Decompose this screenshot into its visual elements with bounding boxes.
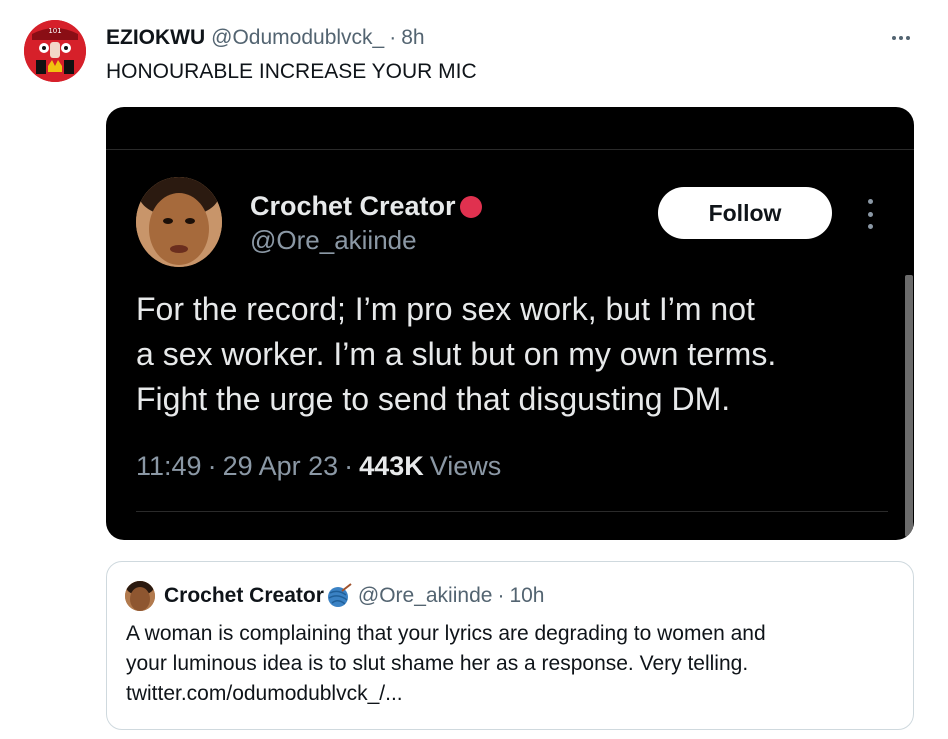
author-name[interactable]: EZIOKWU bbox=[106, 26, 205, 50]
separator: · bbox=[389, 26, 397, 49]
yarn-ball-icon bbox=[326, 583, 352, 609]
more-options-button[interactable] bbox=[884, 24, 918, 52]
quote-timestamp[interactable]: 10h bbox=[509, 584, 544, 608]
screenshot-name-row: Crochet Creator bbox=[250, 191, 482, 222]
separator: · bbox=[497, 584, 505, 607]
screenshot-text-line: Fight the urge to send that disgusting D… bbox=[136, 381, 731, 417]
quote-header: Crochet Creator @Ore_akiinde · 10h bbox=[164, 581, 544, 611]
divider bbox=[136, 511, 888, 512]
separator: · bbox=[344, 451, 354, 481]
quoted-tweet[interactable]: Crochet Creator @Ore_akiinde · 10h A wom… bbox=[106, 561, 914, 730]
views-label: Views bbox=[429, 451, 502, 481]
person-avatar-icon bbox=[136, 177, 222, 267]
author-avatar[interactable]: 101 bbox=[24, 20, 86, 82]
tweet[interactable]: 101 EZIOKWU @Odumodublvck_ · 8h HONOURAB… bbox=[0, 0, 948, 739]
attached-screenshot-image[interactable]: Crochet Creator @Ore_akiinde Follow For … bbox=[106, 107, 914, 540]
screenshot-avatar bbox=[136, 177, 222, 267]
person-avatar-icon bbox=[125, 581, 155, 611]
tweet-timestamp[interactable]: 8h bbox=[401, 26, 424, 50]
tweet-text: HONOURABLE INCREASE YOUR MIC bbox=[106, 60, 477, 83]
screenshot-author-handle: @Ore_akiinde bbox=[250, 225, 417, 255]
kebab-dot bbox=[867, 224, 873, 229]
screenshot-tweet-text: For the record; I’m pro sex work, but I’… bbox=[136, 287, 876, 422]
screenshot-text-line: a sex worker. I’m a slut but on my own t… bbox=[136, 336, 777, 372]
screenshot-text-line: For the record; I’m pro sex work, but I’… bbox=[136, 291, 755, 327]
views-count: 443K bbox=[359, 451, 424, 481]
quote-author-handle[interactable]: @Ore_akiinde bbox=[358, 584, 493, 608]
divider bbox=[106, 149, 914, 150]
screenshot-author-name: Crochet Creator bbox=[250, 191, 456, 221]
author-handle[interactable]: @Odumodublvck_ bbox=[211, 26, 384, 50]
quote-author-avatar bbox=[125, 581, 155, 611]
quote-link[interactable]: twitter.com/odumodublvck_/... bbox=[126, 679, 896, 709]
quote-author-name[interactable]: Crochet Creator bbox=[164, 584, 324, 608]
kebab-dot bbox=[867, 211, 873, 217]
screenshot-meta: 11:49 · 29 Apr 23 · 443K Views bbox=[136, 451, 501, 482]
more-vertical-icon bbox=[866, 199, 874, 229]
tweet-header: EZIOKWU @Odumodublvck_ · 8h bbox=[106, 24, 425, 52]
more-horizontal-icon bbox=[892, 36, 896, 40]
avatar-mask-icon: 101 bbox=[24, 20, 86, 82]
more-dot bbox=[906, 36, 910, 40]
quote-text-line: A woman is complaining that your lyrics … bbox=[126, 622, 766, 645]
screenshot-time: 11:49 bbox=[136, 451, 202, 481]
yarn-ball-icon bbox=[459, 195, 482, 218]
quote-text: A woman is complaining that your lyrics … bbox=[126, 619, 896, 709]
screenshot-date: 29 Apr 23 bbox=[222, 451, 339, 481]
screenshot-scrollbar bbox=[905, 275, 913, 537]
svg-text:101: 101 bbox=[48, 27, 61, 35]
more-dot bbox=[899, 36, 903, 40]
quote-text-line: your luminous idea is to slut shame her … bbox=[126, 652, 749, 675]
kebab-dot bbox=[867, 199, 873, 204]
screenshot-follow-button: Follow bbox=[658, 187, 832, 239]
separator: · bbox=[207, 451, 217, 481]
